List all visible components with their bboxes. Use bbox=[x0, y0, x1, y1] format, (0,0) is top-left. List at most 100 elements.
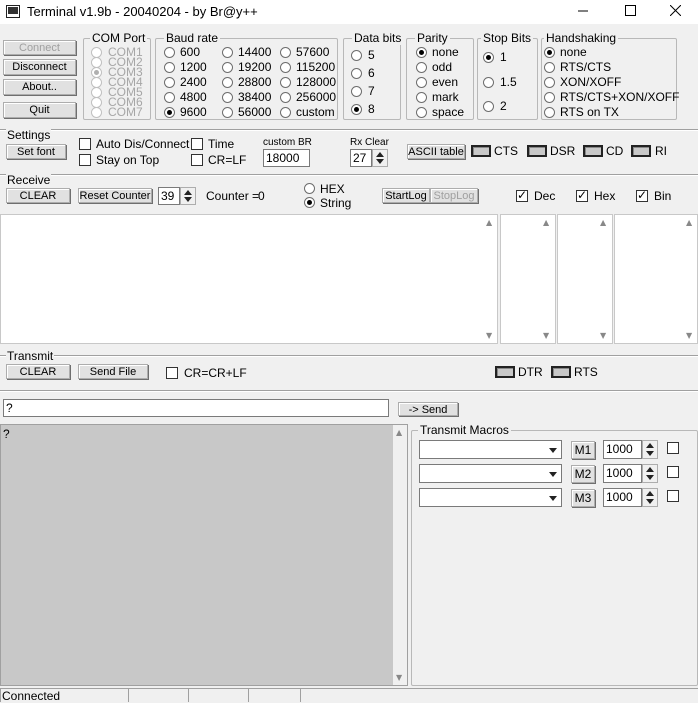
quit-button[interactable]: Quit bbox=[3, 102, 76, 118]
baud-rate-radio-56000[interactable] bbox=[222, 107, 233, 118]
chevron-down-icon[interactable] bbox=[545, 441, 561, 458]
handshaking-label-xon-xoff: XON/XOFF bbox=[560, 75, 622, 89]
reset-counter-button[interactable]: Reset Counter bbox=[78, 188, 152, 203]
data-bits-radio-7[interactable] bbox=[351, 86, 362, 97]
macro-2-repeat-checkbox[interactable] bbox=[667, 466, 679, 478]
set-font-button[interactable]: Set font bbox=[6, 144, 66, 159]
handshaking-radio-rts-cts[interactable] bbox=[544, 62, 555, 73]
macro-2-button[interactable]: M2 bbox=[571, 465, 595, 483]
baud-rate-radio-2400[interactable] bbox=[164, 77, 175, 88]
about-button[interactable]: About.. bbox=[3, 79, 76, 95]
hex-label: HEX bbox=[320, 182, 345, 196]
receive-bin-scrollbar[interactable]: ▲ ▼ bbox=[683, 215, 697, 343]
baud-rate-radio-1200[interactable] bbox=[164, 62, 175, 73]
baud-rate-radio-115200[interactable] bbox=[280, 62, 291, 73]
macro-2-interval-input[interactable]: 1000 bbox=[603, 464, 642, 483]
rx-clear-input[interactable]: 27 bbox=[350, 149, 372, 167]
maximize-button[interactable] bbox=[607, 0, 653, 24]
baud-rate-radio-600[interactable] bbox=[164, 47, 175, 58]
connect-button[interactable]: Connect bbox=[3, 40, 76, 55]
bin-checkbox[interactable] bbox=[636, 188, 648, 202]
receive-string-panel[interactable] bbox=[0, 214, 498, 344]
status-cell-4 bbox=[248, 688, 300, 702]
macro-3-interval-spinner[interactable] bbox=[642, 488, 658, 507]
macro-3-combo[interactable] bbox=[419, 488, 562, 507]
parity-title: Parity bbox=[415, 31, 450, 45]
baud-rate-radio-57600[interactable] bbox=[280, 47, 291, 58]
parity-radio-odd[interactable] bbox=[416, 62, 427, 73]
data-bits-radio-8[interactable] bbox=[351, 104, 362, 115]
macro-3-button[interactable]: M3 bbox=[571, 489, 595, 507]
stop-log-button[interactable]: StopLog bbox=[430, 188, 478, 203]
parity-radio-none[interactable] bbox=[416, 47, 427, 58]
disconnect-button[interactable]: Disconnect bbox=[3, 59, 76, 75]
counter-spinner[interactable] bbox=[180, 187, 196, 205]
data-bits-radio-5[interactable] bbox=[351, 50, 362, 61]
dsr-label: DSR bbox=[550, 144, 576, 158]
transmit-output-scrollbar[interactable]: ▲ ▼ bbox=[393, 425, 407, 685]
receive-string-scrollbar[interactable]: ▲ ▼ bbox=[483, 215, 497, 343]
macro-2-interval-spinner[interactable] bbox=[642, 464, 658, 483]
auto-dis-connect-checkbox[interactable] bbox=[79, 138, 91, 150]
macro-3-repeat-checkbox[interactable] bbox=[667, 490, 679, 502]
send-button[interactable]: -> Send bbox=[398, 402, 458, 416]
transmit-input[interactable]: ? bbox=[3, 399, 389, 417]
send-file-button[interactable]: Send File bbox=[78, 364, 148, 379]
custom-br-input[interactable]: 18000 bbox=[263, 149, 310, 167]
macro-1-interval-input[interactable]: 1000 bbox=[603, 440, 642, 459]
counter-spin-input[interactable]: 39 bbox=[158, 187, 180, 205]
stop-bits-radio-2[interactable] bbox=[483, 101, 494, 112]
hex-radio[interactable] bbox=[304, 183, 315, 194]
dtr-led[interactable] bbox=[495, 366, 515, 378]
handshaking-radio-rts-on-tx[interactable] bbox=[544, 107, 555, 118]
baud-rate-radio-38400[interactable] bbox=[222, 92, 233, 103]
handshaking-radio-rts-cts-xon-xoff[interactable] bbox=[544, 92, 555, 103]
parity-radio-even[interactable] bbox=[416, 77, 427, 88]
stop-bits-radio-1[interactable] bbox=[483, 52, 494, 63]
minimize-button[interactable] bbox=[560, 0, 606, 24]
receive-hex-scrollbar[interactable]: ▲ ▼ bbox=[597, 215, 611, 343]
stop-bits-radio-1-5[interactable] bbox=[483, 77, 494, 88]
baud-rate-radio-19200[interactable] bbox=[222, 62, 233, 73]
time-checkbox[interactable] bbox=[191, 138, 203, 150]
baud-rate-label-28800: 28800 bbox=[238, 75, 272, 89]
baud-rate-radio-9600[interactable] bbox=[164, 107, 175, 118]
macro-1-interval-spinner[interactable] bbox=[642, 440, 658, 459]
macro-2-combo[interactable] bbox=[419, 464, 562, 483]
parity-radio-mark[interactable] bbox=[416, 92, 427, 103]
macro-1-combo[interactable] bbox=[419, 440, 562, 459]
start-log-button[interactable]: StartLog bbox=[382, 188, 430, 203]
com-port-radio-com7[interactable] bbox=[91, 107, 102, 118]
handshaking-radio-xon-xoff[interactable] bbox=[544, 77, 555, 88]
receive-clear-button[interactable]: CLEAR bbox=[6, 188, 70, 203]
baud-rate-radio-256000[interactable] bbox=[280, 92, 291, 103]
transmit-clear-button[interactable]: CLEAR bbox=[6, 364, 70, 379]
baud-rate-radio-14400[interactable] bbox=[222, 47, 233, 58]
baud-rate-radio-128000[interactable] bbox=[280, 77, 291, 88]
close-button[interactable] bbox=[652, 0, 698, 24]
dec-checkbox[interactable] bbox=[516, 188, 528, 202]
rts-led[interactable] bbox=[551, 366, 571, 378]
handshaking-radio-none[interactable] bbox=[544, 47, 555, 58]
parity-radio-space[interactable] bbox=[416, 107, 427, 118]
transmit-output-panel[interactable]: ? bbox=[0, 424, 408, 686]
baud-rate-radio-28800[interactable] bbox=[222, 77, 233, 88]
cts-led bbox=[471, 145, 491, 157]
chevron-down-icon[interactable] bbox=[545, 489, 561, 506]
baud-rate-radio-4800[interactable] bbox=[164, 92, 175, 103]
cr-lf-checkbox[interactable] bbox=[191, 154, 203, 166]
hex-checkbox[interactable] bbox=[576, 188, 588, 202]
cr-crlf-checkbox[interactable] bbox=[166, 367, 178, 379]
baud-rate-label-9600: 9600 bbox=[180, 105, 207, 119]
macro-1-button[interactable]: M1 bbox=[571, 441, 595, 459]
baud-rate-radio-custom[interactable] bbox=[280, 107, 291, 118]
stay-on-top-checkbox[interactable] bbox=[79, 154, 91, 166]
receive-dec-scrollbar[interactable]: ▲ ▼ bbox=[540, 215, 554, 343]
ascii-table-button[interactable]: ASCII table bbox=[407, 144, 465, 159]
chevron-down-icon[interactable] bbox=[545, 465, 561, 482]
data-bits-radio-6[interactable] bbox=[351, 68, 362, 79]
rx-clear-spinner[interactable] bbox=[372, 149, 388, 167]
macro-1-repeat-checkbox[interactable] bbox=[667, 442, 679, 454]
string-radio[interactable] bbox=[304, 197, 315, 208]
macro-3-interval-input[interactable]: 1000 bbox=[603, 488, 642, 507]
